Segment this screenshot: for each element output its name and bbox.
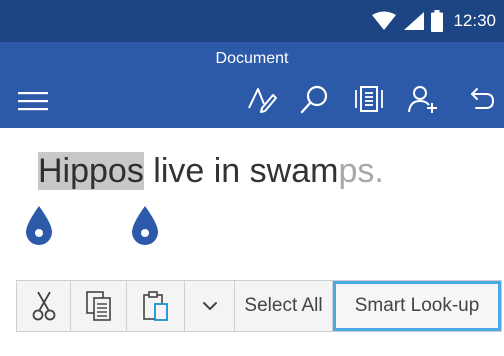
status-bar: 12:30 <box>0 0 504 42</box>
wifi-icon <box>372 11 397 30</box>
status-icons: 12:30 <box>371 10 496 32</box>
search-icon[interactable] <box>298 82 332 116</box>
selection-end-handle-icon[interactable] <box>130 204 160 246</box>
document-canvas[interactable]: Hippos live in swamps. Select All Smart … <box>0 128 504 356</box>
paste-button[interactable] <box>127 281 185 331</box>
text-context-menu: Select All Smart Look-up <box>16 280 502 332</box>
paste-icon <box>142 291 168 321</box>
draw-pen-icon[interactable] <box>244 82 278 116</box>
document-title: Document <box>215 50 289 67</box>
share-person-icon[interactable] <box>406 82 440 116</box>
chevron-down-icon <box>202 302 217 310</box>
app-bar: Document <box>0 42 504 128</box>
scissors-icon <box>32 291 55 321</box>
selection-start-handle-icon[interactable] <box>24 204 54 246</box>
battery-icon <box>431 10 444 32</box>
menu-icon[interactable] <box>18 88 48 114</box>
selected-text[interactable]: Hippos <box>38 152 144 190</box>
faded-text[interactable]: ps. <box>338 152 383 190</box>
more-options-button[interactable] <box>185 281 235 331</box>
signal-icon <box>404 12 425 30</box>
select-all-label: Select All <box>244 295 323 316</box>
copy-icon <box>85 291 111 321</box>
smart-lookup-button[interactable]: Smart Look-up <box>333 281 501 331</box>
cut-button[interactable] <box>17 281 71 331</box>
document-text[interactable]: Hippos live in swamps. <box>38 144 384 198</box>
smart-lookup-label: Smart Look-up <box>354 295 480 316</box>
copy-button[interactable] <box>71 281 127 331</box>
undo-icon[interactable] <box>462 82 496 116</box>
status-time: 12:30 <box>453 11 496 30</box>
select-all-button[interactable]: Select All <box>235 281 333 331</box>
reading-view-icon[interactable] <box>352 82 386 116</box>
body-text[interactable]: live in swam <box>144 152 338 190</box>
